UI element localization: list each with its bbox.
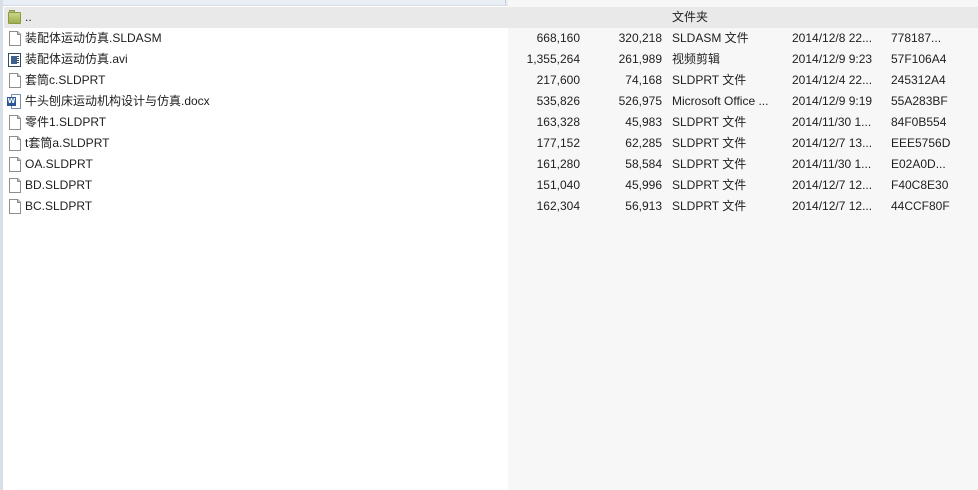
file-type: SLDPRT 文件 (672, 157, 747, 171)
file-size: 1,355,264 (526, 52, 580, 66)
file-type: SLDPRT 文件 (672, 178, 747, 192)
file-packed-size: 74,168 (625, 73, 662, 87)
video-icon (7, 49, 23, 70)
file-name: 牛头刨床运动机构设计与仿真.docx (25, 94, 210, 108)
file-packed-size: 320,218 (618, 31, 662, 45)
file-rows: .. 文件夹 装配体运动仿真.SLDASM 668,160 320,218 SL… (4, 7, 978, 217)
file-row-parent-folder[interactable]: .. 文件夹 (4, 7, 978, 28)
file-row[interactable]: 装配体运动仿真.avi 1,355,264 261,989 视频剪辑 2014/… (4, 49, 978, 70)
file-type: SLDPRT 文件 (672, 136, 747, 150)
folder-up-icon (7, 7, 23, 28)
file-modified: 2014/11/30 1... (792, 115, 872, 129)
archive-file-list: .. 文件夹 装配体运动仿真.SLDASM 668,160 320,218 SL… (0, 0, 978, 490)
document-icon (7, 154, 23, 175)
file-type: Microsoft Office ... (672, 94, 769, 108)
file-type: SLDASM 文件 (672, 31, 749, 45)
file-type: SLDPRT 文件 (672, 73, 747, 87)
file-packed-size: 526,975 (618, 94, 662, 108)
file-modified: 2014/12/8 22... (792, 31, 873, 45)
file-row[interactable]: BC.SLDPRT 162,304 56,913 SLDPRT 文件 2014/… (4, 196, 978, 217)
file-name: BC.SLDPRT (25, 199, 93, 213)
file-row[interactable]: W 牛头刨床运动机构设计与仿真.docx 535,826 526,975 Mic… (4, 91, 978, 112)
file-size: 162,304 (536, 199, 580, 213)
file-size: 668,160 (536, 31, 580, 45)
file-type: SLDPRT 文件 (672, 199, 747, 213)
file-crc: 57F106A4 (891, 52, 947, 66)
file-size: 151,040 (536, 178, 580, 192)
document-icon (7, 112, 23, 133)
file-name: .. (25, 10, 32, 24)
document-icon (7, 28, 23, 49)
file-size: 535,826 (536, 94, 580, 108)
file-packed-size: 45,996 (625, 178, 662, 192)
file-name: 装配体运动仿真.SLDASM (25, 31, 162, 45)
file-name: t套筒a.SLDPRT (25, 136, 110, 150)
file-crc: 44CCF80F (891, 199, 950, 213)
file-modified: 2014/12/9 9:19 (792, 94, 873, 108)
file-modified: 2014/11/30 1... (792, 157, 872, 171)
document-icon (7, 175, 23, 196)
document-icon (7, 70, 23, 91)
file-crc: 84F0B554 (891, 115, 947, 129)
file-packed-size: 56,913 (625, 199, 662, 213)
file-modified: 2014/12/4 22... (792, 73, 873, 87)
file-type: 文件夹 (672, 10, 709, 24)
file-type: SLDPRT 文件 (672, 115, 747, 129)
file-name: BD.SLDPRT (25, 178, 93, 192)
file-type: 视频剪辑 (672, 52, 721, 66)
file-crc: 245312A4 (891, 73, 946, 87)
file-row[interactable]: BD.SLDPRT 151,040 45,996 SLDPRT 文件 2014/… (4, 175, 978, 196)
file-size: 217,600 (536, 73, 580, 87)
file-modified: 2014/12/7 12... (792, 199, 873, 213)
file-crc: F40C8E30 (891, 178, 949, 192)
file-packed-size: 62,285 (625, 136, 662, 150)
file-row[interactable]: 套筒c.SLDPRT 217,600 74,168 SLDPRT 文件 2014… (4, 70, 978, 91)
file-size: 177,152 (536, 136, 580, 150)
file-name: 套筒c.SLDPRT (25, 73, 106, 87)
file-modified: 2014/12/7 12... (792, 178, 873, 192)
file-modified: 2014/12/7 13... (792, 136, 873, 150)
file-row[interactable]: 装配体运动仿真.SLDASM 668,160 320,218 SLDASM 文件… (4, 28, 978, 49)
file-packed-size: 45,983 (625, 115, 662, 129)
file-size: 161,280 (536, 157, 580, 171)
file-row[interactable]: 零件1.SLDPRT 163,328 45,983 SLDPRT 文件 2014… (4, 112, 978, 133)
file-row[interactable]: t套筒a.SLDPRT 177,152 62,285 SLDPRT 文件 201… (4, 133, 978, 154)
file-size: 163,328 (536, 115, 580, 129)
file-crc: EEE5756D (891, 136, 951, 150)
word-document-icon: W (7, 91, 23, 112)
document-icon (7, 196, 23, 217)
file-crc: 778187... (891, 31, 942, 45)
file-packed-size: 58,584 (625, 157, 662, 171)
file-crc: E02A0D... (891, 157, 946, 171)
file-name: OA.SLDPRT (25, 157, 93, 171)
document-icon (7, 133, 23, 154)
list-left-border (0, 0, 3, 490)
column-divider[interactable] (505, 0, 506, 5)
file-crc: 55A283BF (891, 94, 948, 108)
file-packed-size: 261,989 (618, 52, 662, 66)
file-row[interactable]: OA.SLDPRT 161,280 58,584 SLDPRT 文件 2014/… (4, 154, 978, 175)
file-modified: 2014/12/9 9:23 (792, 52, 873, 66)
file-name: 装配体运动仿真.avi (25, 52, 128, 66)
file-name: 零件1.SLDPRT (25, 115, 107, 129)
